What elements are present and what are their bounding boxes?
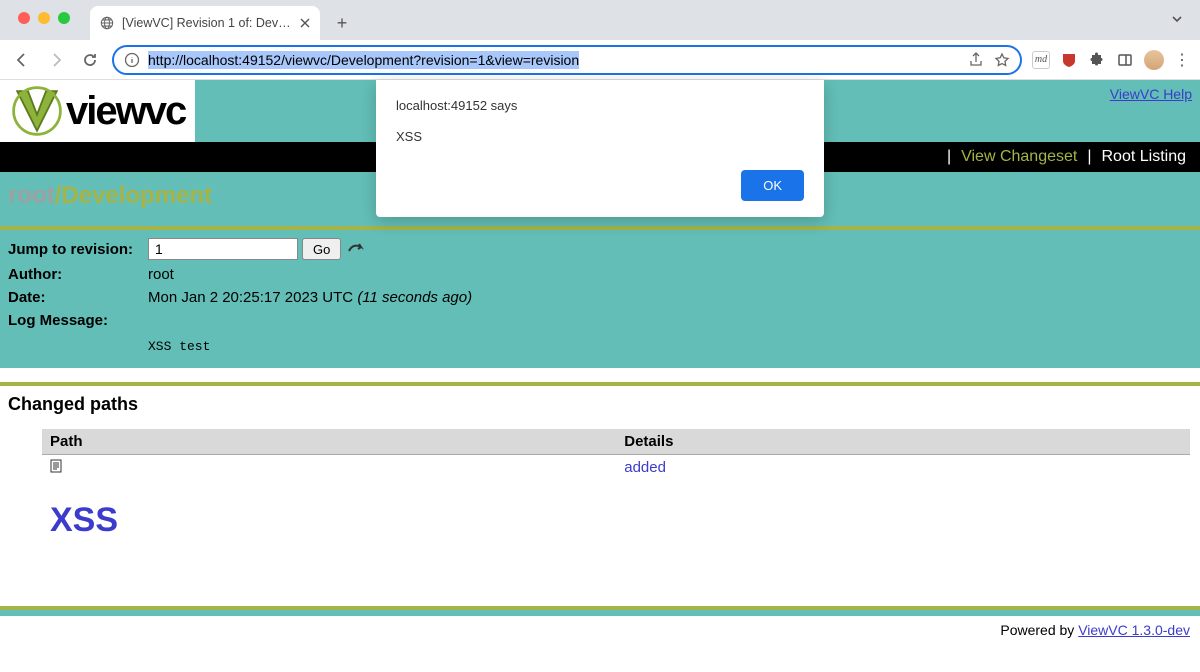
revision-input[interactable] — [148, 238, 298, 260]
profile-avatar[interactable] — [1144, 50, 1164, 70]
alert-message: XSS — [396, 129, 804, 144]
tab-title: [ViewVC] Revision 1 of: Develo... — [122, 16, 292, 30]
changed-paths-table: Path Details XSS added — [42, 429, 1190, 568]
viewvc-version-link[interactable]: ViewVC 1.3.0-dev — [1078, 622, 1190, 638]
extensions-puzzle-icon[interactable] — [1088, 51, 1106, 69]
url-text[interactable]: http://localhost:49152/viewvc/Developmen… — [148, 51, 579, 69]
jump-label: Jump to revision: — [8, 241, 148, 258]
author-value: root — [148, 266, 174, 283]
back-button[interactable] — [10, 48, 34, 72]
bookmark-star-icon[interactable] — [994, 52, 1010, 68]
date-label: Date: — [8, 289, 148, 306]
viewvc-help-link[interactable]: ViewVC Help — [1110, 86, 1192, 102]
window-controls[interactable] — [10, 0, 80, 24]
new-tab-button[interactable]: + — [328, 9, 356, 37]
browser-menu-button[interactable]: ⋮ — [1174, 50, 1190, 70]
javascript-alert-dialog: localhost:49152 says XSS OK — [376, 80, 824, 217]
share-icon[interactable] — [968, 52, 984, 68]
log-label: Log Message: — [8, 312, 148, 329]
close-window-button[interactable] — [18, 12, 30, 24]
minimize-window-button[interactable] — [38, 12, 50, 24]
col-details: Details — [616, 429, 1190, 455]
table-row: XSS added — [42, 455, 1190, 569]
logo-text: viewvc — [66, 89, 185, 134]
path-xss-injected: XSS — [50, 501, 608, 540]
reload-button[interactable] — [78, 48, 102, 72]
info-icon[interactable] — [124, 52, 140, 68]
view-changeset-link[interactable]: View Changeset — [961, 148, 1077, 166]
close-tab-icon[interactable] — [300, 18, 310, 28]
root-listing-link[interactable]: Root Listing — [1102, 148, 1187, 166]
date-value: Mon Jan 2 20:25:17 2023 UTC (11 seconds … — [148, 289, 472, 306]
extension-markdown-icon[interactable]: md — [1032, 51, 1050, 69]
alert-ok-button[interactable]: OK — [741, 170, 804, 201]
changed-paths-heading: Changed paths — [8, 394, 1192, 415]
revision-nav-icon[interactable] — [347, 239, 365, 260]
log-message: XSS test — [148, 339, 210, 354]
file-icon — [50, 459, 62, 473]
footer: Powered by ViewVC 1.3.0-dev — [0, 616, 1200, 644]
viewvc-logo[interactable]: viewvc — [0, 80, 195, 142]
extension-ublock-icon[interactable] — [1060, 51, 1078, 69]
side-panel-icon[interactable] — [1116, 51, 1134, 69]
globe-icon — [100, 16, 114, 30]
breadcrumb-root[interactable]: root — [8, 182, 55, 209]
go-button[interactable]: Go — [302, 238, 341, 260]
browser-tab[interactable]: [ViewVC] Revision 1 of: Develo... — [90, 6, 320, 40]
details-added-link[interactable]: added — [624, 459, 666, 476]
address-bar[interactable]: http://localhost:49152/viewvc/Developmen… — [112, 45, 1022, 75]
author-label: Author: — [8, 266, 148, 283]
alert-origin: localhost:49152 says — [396, 98, 804, 113]
maximize-window-button[interactable] — [58, 12, 70, 24]
chevron-down-icon[interactable] — [1170, 12, 1184, 26]
breadcrumb-current[interactable]: Development — [61, 182, 212, 209]
forward-button — [44, 48, 68, 72]
col-path: Path — [42, 429, 616, 455]
viewvc-logo-icon — [10, 84, 64, 138]
